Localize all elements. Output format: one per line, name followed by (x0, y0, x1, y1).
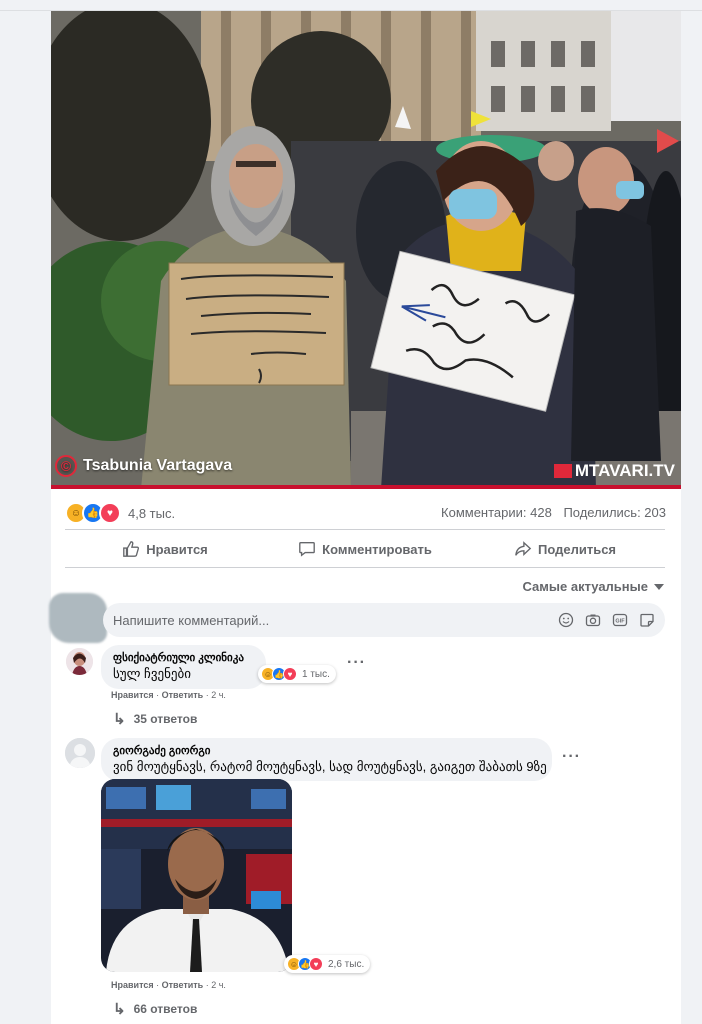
mtavari-logo-icon (553, 464, 572, 478)
like-button[interactable]: Нравится (65, 534, 265, 564)
reply-arrow-icon: ↳ (113, 1001, 126, 1018)
view-replies-link[interactable]: ↳ 35 ответов (113, 710, 197, 728)
comment-options-icon[interactable]: ··· (347, 654, 366, 672)
photo-credit-text: Tsabunia Vartagava (83, 457, 233, 474)
post-reactions-summary[interactable]: ☺ 👍 ♥ 4,8 тыс. (65, 502, 175, 524)
comment-bubble: ფსიქიატრიული კლინიკა სულ ჩვენები (101, 645, 266, 689)
current-user-avatar (49, 593, 107, 643)
shares-count-link[interactable]: Поделились: 203 (563, 505, 666, 520)
comment-composer[interactable]: GIF (103, 603, 665, 637)
comment-reactions-count: 1 тыс. (302, 668, 330, 680)
comment-sort-label: Самые актуальные (522, 579, 649, 594)
svg-text:GIF: GIF (615, 619, 625, 625)
comment-options-icon[interactable]: ··· (562, 748, 581, 766)
photo-brand-text: MTAVARI.TV (574, 461, 675, 480)
composer-icons: GIF (558, 612, 655, 628)
comment-reply-link[interactable]: Ответить (162, 980, 204, 990)
view-replies-link[interactable]: ↳ 66 ответов (113, 1000, 197, 1018)
comment-meta: Нравится · Ответить · 2 ч. (111, 690, 226, 700)
replies-count: 35 ответов (133, 712, 198, 726)
share-arrow-icon (515, 541, 532, 556)
chevron-down-icon (654, 583, 664, 590)
sticker-icon[interactable] (639, 612, 655, 628)
comment-gif-image[interactable] (101, 779, 292, 972)
post-photo[interactable]: © Tsabunia Vartagava MTAVARI.TV (51, 11, 681, 489)
photo-brand: MTAVARI.TV (553, 461, 675, 481)
like-button-label: Нравится (146, 541, 208, 557)
comment-button-label: Комментировать (322, 541, 432, 557)
comment-like-link[interactable]: Нравится (111, 690, 154, 700)
avatar-illustration (66, 648, 93, 675)
comment-author-name[interactable]: გიორგაძე გიორგი (113, 744, 540, 757)
photo-red-bar (51, 485, 681, 489)
comment-meta: Нравится · Ответить · 2 ч. (111, 980, 226, 990)
comment-author-name[interactable]: ფსიქიატრიული კლინიკა (113, 651, 254, 664)
post-action-bar: Нравится Комментировать Поделиться (65, 534, 665, 564)
post-stats: Комментарии: 428 Поделились: 203 (441, 505, 666, 520)
comment-reactions[interactable]: ☺ 👍 ♥ 1 тыс. (258, 665, 336, 683)
comment-time[interactable]: 2 ч. (211, 690, 226, 700)
comment-time[interactable]: 2 ч. (211, 980, 226, 990)
comment-author-avatar[interactable] (66, 648, 93, 675)
default-avatar-icon (65, 738, 95, 768)
comment-sort-dropdown[interactable]: Самые актуальные (522, 579, 664, 594)
comment-text: ვინ მოუტყნავს, რატომ მოუტყნავს, სად მოუტ… (113, 759, 547, 774)
love-reaction-icon: ♥ (99, 502, 121, 524)
share-button-label: Поделиться (537, 541, 617, 557)
comments-count-link[interactable]: Комментарии: 428 (441, 505, 552, 520)
love-reaction-icon: ♥ (283, 667, 297, 681)
thumbs-up-icon (123, 541, 140, 557)
comment-reply-link[interactable]: Ответить (162, 690, 204, 700)
reactions-count[interactable]: 4,8 тыс. (128, 506, 175, 521)
post-card: © Tsabunia Vartagava MTAVARI.TV ☺ 👍 ♥ 4,… (49, 11, 681, 1024)
divider-bottom (65, 567, 665, 568)
reply-arrow-icon: ↳ (113, 711, 126, 728)
emoji-icon[interactable] (558, 612, 574, 628)
comment-text: სულ ჩვენები (113, 666, 191, 681)
copyright-icon: © (55, 455, 77, 477)
replies-count: 66 ответов (133, 1002, 198, 1016)
protest-photo-illustration (51, 11, 681, 489)
comment-bubble: გიორგაძე გიორგი ვინ მოუტყნავს, რატომ მოუ… (101, 738, 552, 781)
comment-reactions[interactable]: ☺ 👍 ♥ 2,6 тыс. (284, 955, 371, 973)
comment-input[interactable] (111, 611, 535, 629)
photo-credit: © Tsabunia Vartagava (55, 455, 232, 477)
news-anchor-illustration (101, 779, 292, 972)
comment-reactions-count: 2,6 тыс. (328, 958, 365, 970)
share-button[interactable]: Поделиться (465, 534, 665, 564)
comment-author-avatar[interactable] (65, 738, 95, 768)
love-reaction-icon: ♥ (309, 957, 323, 971)
divider-top (65, 529, 665, 530)
page-top-strip (0, 0, 702, 11)
comment-like-link[interactable]: Нравится (111, 980, 154, 990)
comment-bubble-icon (299, 542, 316, 557)
gif-icon[interactable]: GIF (612, 612, 628, 628)
camera-icon[interactable] (585, 612, 601, 628)
comment-button[interactable]: Комментировать (265, 534, 465, 564)
